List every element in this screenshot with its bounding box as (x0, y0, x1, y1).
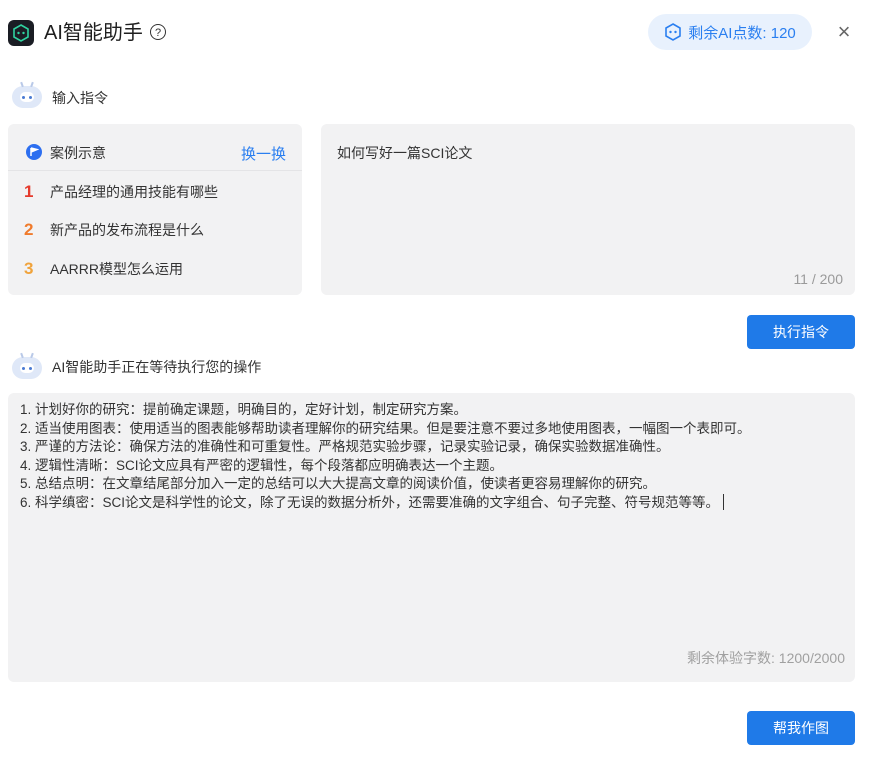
example-text: 产品经理的通用技能有哪些 (50, 184, 218, 200)
example-item[interactable]: 3 AARRR模型怎么运用 (24, 259, 183, 279)
ai-points-icon (665, 23, 682, 41)
examples-header: 案例示意 换一换 (8, 124, 302, 171)
prompt-input-value: 如何写好一篇SCI论文 (337, 145, 473, 161)
output-line-last: 6. 科学缜密：SCI论文是科学性的论文，除了无误的数据分析外，还需要准确的文字… (20, 493, 751, 513)
examples-title: 案例示意 (50, 145, 106, 161)
bot-avatar-icon (12, 357, 42, 379)
examples-panel: 案例示意 换一换 1 产品经理的通用技能有哪些 2 新产品的发布流程是什么 3 … (8, 124, 302, 295)
example-text: 新产品的发布流程是什么 (50, 222, 204, 238)
output-status-label: AI智能助手正在等待执行您的操作 (52, 359, 262, 375)
page-title: AI智能助手 (44, 22, 143, 44)
swap-examples-link[interactable]: 换一换 (241, 143, 286, 164)
prompt-input[interactable]: 如何写好一篇SCI论文 11 / 200 (321, 124, 855, 295)
example-item[interactable]: 1 产品经理的通用技能有哪些 (24, 182, 218, 202)
input-section-label: 输入指令 (52, 90, 108, 106)
draw-button[interactable]: 帮我作图 (747, 711, 855, 745)
remaining-chars: 剩余体验字数: 1200/2000 (687, 650, 845, 666)
output-line: 5. 总结点明：在文章结尾部分加入一定的总结可以大大提高文章的阅读价值，使读者更… (20, 476, 657, 491)
output-line: 4. 逻辑性清晰：SCI论文应具有严密的逻辑性，每个段落都应明确表达一个主题。 (20, 457, 504, 473)
help-icon[interactable]: ? (150, 24, 166, 40)
output-text: 1. 计划好你的研究：提前确定课题，明确目的，定好计划，制定研究方案。 2. 适… (20, 401, 751, 512)
output-line: 2. 适当使用图表：使用适当的图表能够帮助读者理解你的研究结果。但是要注意不要过… (20, 420, 751, 436)
bot-avatar-icon (12, 86, 42, 108)
flag-icon (26, 144, 42, 160)
example-item[interactable]: 2 新产品的发布流程是什么 (24, 220, 204, 240)
example-text: AARRR模型怎么运用 (50, 261, 184, 277)
ai-points-label: 剩余AI点数: 120 (688, 24, 796, 42)
output-line: 1. 计划好你的研究：提前确定课题，明确目的，定好计划，制定研究方案。 (20, 402, 468, 417)
ai-points-badge: 剩余AI点数: 120 (648, 14, 812, 50)
output-line: 3. 严谨的方法论：确保方法的准确性和可重复性。严格规范实验步骤，记录实验记录，… (20, 439, 670, 454)
example-rank: 2 (24, 220, 34, 239)
example-rank: 3 (24, 259, 34, 278)
app-logo-icon (8, 20, 34, 46)
close-icon[interactable]: × (832, 19, 856, 44)
prompt-char-counter: 11 / 200 (793, 271, 843, 287)
output-line: 6. 科学缜密：SCI论文是科学性的论文，除了无误的数据分析外，还需要准确的文字… (20, 494, 720, 510)
example-rank: 1 (24, 182, 34, 201)
text-caret (723, 493, 725, 510)
output-textarea[interactable]: 1. 计划好你的研究：提前确定课题，明确目的，定好计划，制定研究方案。 2. 适… (8, 393, 855, 682)
execute-button[interactable]: 执行指令 (747, 315, 855, 349)
